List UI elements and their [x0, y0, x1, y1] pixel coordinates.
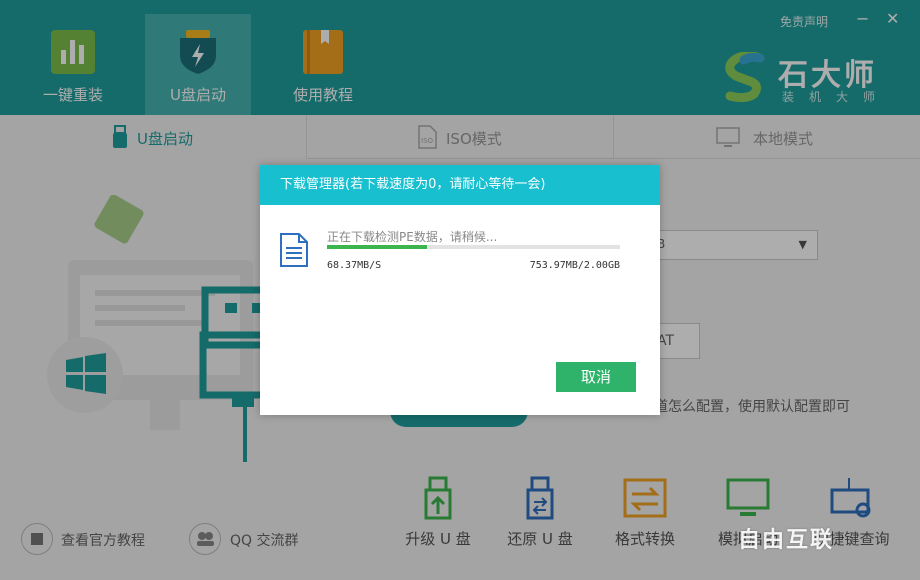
download-size: 753.97MB/2.00GB: [529, 260, 620, 271]
download-status: 正在下载检测PE数据，请稍候...: [327, 230, 498, 244]
download-progress-bar: [327, 245, 620, 249]
download-speed: 68.37MB/S: [327, 260, 382, 271]
watermark: 自由互联: [738, 528, 835, 553]
cancel-button[interactable]: 取消: [556, 362, 636, 392]
download-manager-dialog: 下载管理器(若下载速度为0，请耐心等待一会) 正在下载检测PE数据，请稍候...…: [260, 165, 660, 415]
dialog-title: 下载管理器(若下载速度为0，请耐心等待一会): [260, 165, 660, 205]
document-icon: [280, 233, 308, 267]
progress-fill: [327, 245, 427, 249]
